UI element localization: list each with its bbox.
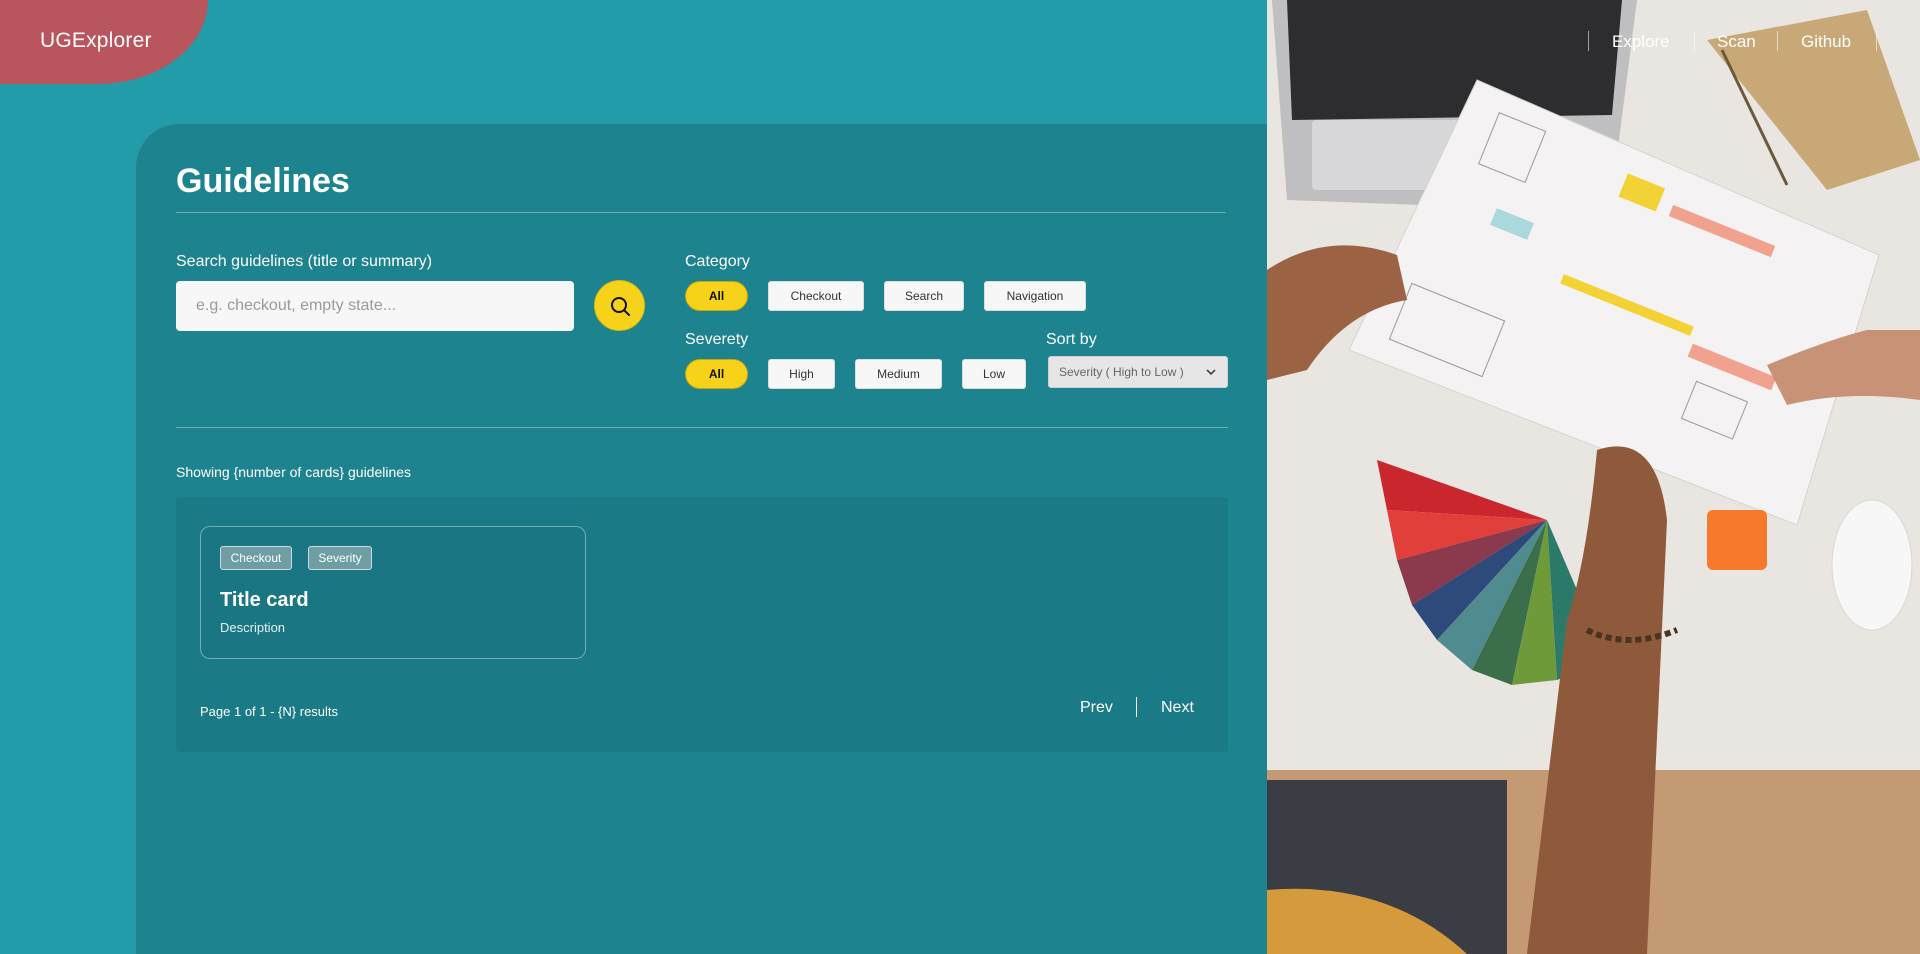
category-label: Category (685, 253, 750, 270)
search-input[interactable] (176, 281, 574, 331)
sort-select[interactable]: Severity ( High to Low ) (1048, 356, 1228, 388)
severity-chip-low[interactable]: Low (962, 359, 1026, 389)
results-box: Checkout Severity Title card Description… (176, 497, 1228, 752)
category-chip-all[interactable]: All (685, 281, 748, 311)
title-divider (176, 212, 1226, 213)
nav-divider (1588, 31, 1589, 51)
nav-item-explore[interactable]: Explore (1612, 32, 1670, 52)
sort-label: Sort by (1046, 331, 1097, 348)
card-description: Description (220, 620, 286, 635)
sort-value: Severity ( High to Low ) (1059, 365, 1184, 379)
search-icon (610, 296, 630, 316)
results-count: Showing {number of cards} guidelines (176, 464, 412, 480)
app-logo[interactable]: UGExplorer (40, 29, 152, 53)
filters-divider (176, 427, 1228, 428)
main-panel: Guidelines Search guidelines (title or s… (135, 124, 1267, 954)
guideline-card[interactable]: Checkout Severity Title card Description (200, 526, 586, 659)
page-info: Page 1 of 1 - {N} results (200, 704, 339, 719)
category-chip-navigation[interactable]: Navigation (984, 281, 1086, 311)
nav-divider (1694, 31, 1695, 51)
severity-chip-medium[interactable]: Medium (855, 359, 942, 389)
category-chip-search[interactable]: Search (884, 281, 964, 311)
severity-chip-all[interactable]: All (685, 359, 748, 389)
pager-divider (1136, 697, 1137, 717)
severity-chip-high[interactable]: High (768, 359, 835, 389)
search-button[interactable] (594, 280, 645, 331)
hero-photo (1267, 0, 1920, 954)
chevron-down-icon (1206, 369, 1216, 376)
nav-item-github[interactable]: Github (1801, 32, 1851, 52)
card-tag-category: Checkout (220, 546, 292, 570)
page-title: Guidelines (176, 162, 350, 200)
nav-divider (1777, 31, 1778, 51)
card-tag-severity: Severity (308, 546, 372, 570)
next-button[interactable]: Next (1161, 699, 1194, 717)
category-chip-checkout[interactable]: Checkout (768, 281, 864, 311)
prev-button[interactable]: Prev (1080, 699, 1113, 717)
severity-label: Severety (685, 331, 749, 348)
search-label: Search guidelines (title or summary) (176, 253, 433, 270)
nav-item-scan[interactable]: Scan (1717, 32, 1756, 52)
nav-divider (1876, 31, 1877, 51)
card-title: Title card (220, 589, 309, 611)
